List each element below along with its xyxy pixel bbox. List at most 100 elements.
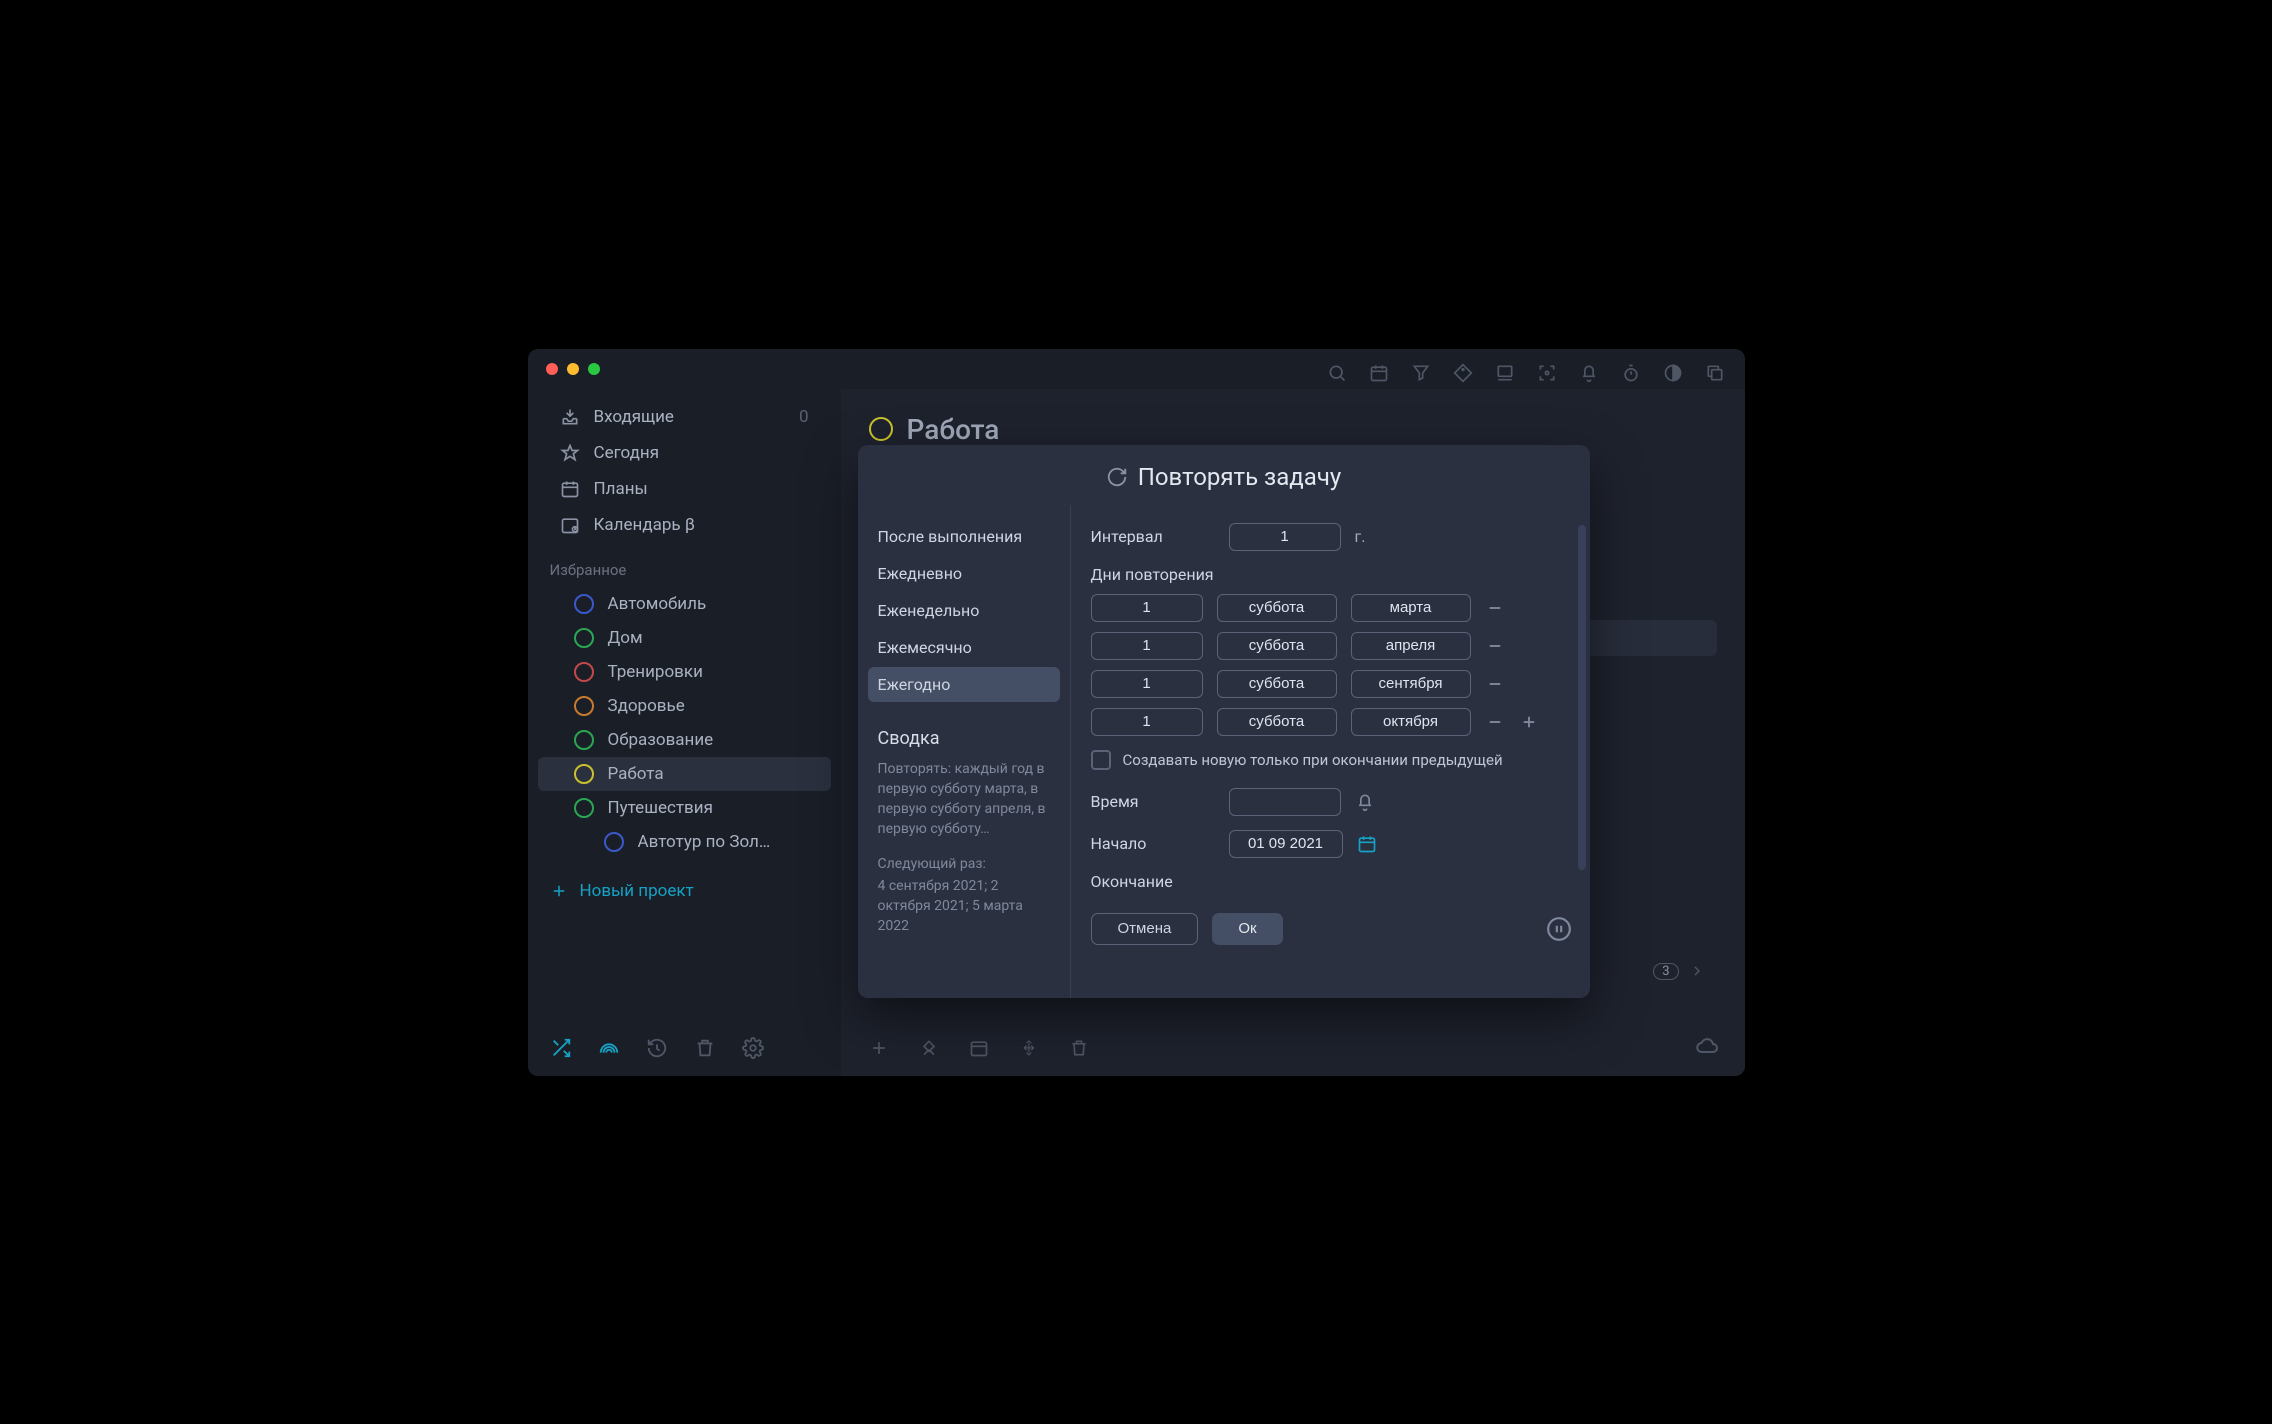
- sidebar-item-label: Сегодня: [594, 443, 660, 463]
- settings-icon[interactable]: [742, 1037, 764, 1059]
- calendar-picker-icon[interactable]: [1357, 834, 1377, 854]
- ok-button[interactable]: Ок: [1212, 913, 1282, 945]
- start-date-input[interactable]: [1229, 830, 1343, 858]
- minimize-window-button[interactable]: [567, 363, 579, 375]
- summary-next-label: Следующий раз:: [868, 844, 1060, 872]
- cloud-sync-icon[interactable]: [1695, 1034, 1719, 1058]
- tag-icon[interactable]: [1453, 363, 1473, 383]
- task-count-badge: 3: [1653, 963, 1678, 980]
- summary-repeat-text: Повторять: каждый год в первую субботу м…: [868, 755, 1060, 844]
- create-after-prev-label: Создавать новую только при окончании пре…: [1123, 751, 1503, 769]
- bottom-toolbar-center: [841, 1038, 1089, 1058]
- create-after-prev-checkbox[interactable]: [1091, 750, 1111, 770]
- ordinal-input[interactable]: [1091, 670, 1203, 698]
- project-item-health[interactable]: Здоровье: [538, 689, 831, 723]
- project-ring-icon: [574, 798, 594, 818]
- month-select[interactable]: [1351, 708, 1471, 736]
- project-label: Автотур по Зол…: [638, 832, 771, 852]
- inbox-icon: [560, 407, 580, 427]
- group-icon[interactable]: [1495, 363, 1515, 383]
- section-counter[interactable]: 3: [1653, 963, 1704, 980]
- project-item-travel[interactable]: Путешествия: [538, 791, 831, 825]
- add-row-button[interactable]: [1519, 712, 1539, 732]
- rainbow-icon[interactable]: [598, 1037, 620, 1059]
- month-select[interactable]: [1351, 594, 1471, 622]
- copy-icon[interactable]: [1705, 363, 1725, 383]
- sidebar-item-calendar[interactable]: Календарь β: [538, 507, 831, 543]
- remove-row-button[interactable]: [1485, 636, 1505, 656]
- project-label: Работа: [608, 764, 664, 784]
- scrollbar[interactable]: [1578, 525, 1586, 870]
- mode-after-completion[interactable]: После выполнения: [868, 519, 1060, 554]
- close-window-button[interactable]: [546, 363, 558, 375]
- project-ring-icon: [574, 764, 594, 784]
- priority-icon[interactable]: [919, 1038, 939, 1058]
- focus-icon[interactable]: [1537, 363, 1557, 383]
- mode-monthly[interactable]: Ежемесячно: [868, 630, 1060, 665]
- project-ring-icon: [574, 662, 594, 682]
- ordinal-input[interactable]: [1091, 708, 1203, 736]
- sidebar-item-label: Входящие: [594, 407, 674, 427]
- calendar-icon[interactable]: [1369, 363, 1389, 383]
- dialog-body: После выполнения Ежедневно Еженедельно Е…: [858, 505, 1590, 998]
- summary-title: Сводка: [868, 704, 1060, 755]
- time-input[interactable]: [1229, 788, 1341, 816]
- filter-icon[interactable]: [1411, 363, 1431, 383]
- project-label: Путешествия: [608, 798, 713, 818]
- sidebar-item-inbox[interactable]: Входящие 0: [538, 399, 831, 435]
- new-project-button[interactable]: Новый проект: [528, 867, 841, 915]
- project-subitem-autotour[interactable]: Автотур по Зол…: [538, 825, 831, 859]
- ordinal-input[interactable]: [1091, 632, 1203, 660]
- month-select[interactable]: [1351, 632, 1471, 660]
- repeat-icon: [1106, 466, 1128, 488]
- mode-daily[interactable]: Ежедневно: [868, 556, 1060, 591]
- sidebar-item-today[interactable]: Сегодня: [538, 435, 831, 471]
- remove-row-button[interactable]: [1485, 598, 1505, 618]
- sidebar-item-label: Календарь β: [594, 515, 695, 535]
- remove-row-button[interactable]: [1485, 674, 1505, 694]
- project-item-workouts[interactable]: Тренировки: [538, 655, 831, 689]
- ordinal-input[interactable]: [1091, 594, 1203, 622]
- project-ring-icon: [869, 417, 893, 441]
- mode-weekly[interactable]: Еженедельно: [868, 593, 1060, 628]
- dialog-button-row: Отмена Ок: [1091, 913, 1572, 945]
- bell-icon[interactable]: [1579, 363, 1599, 383]
- timer-icon[interactable]: [1621, 363, 1641, 383]
- create-after-prev-row: Создавать новую только при окончании пре…: [1091, 750, 1572, 770]
- theme-icon[interactable]: [1663, 363, 1683, 383]
- trash-icon[interactable]: [694, 1037, 716, 1059]
- project-item-auto[interactable]: Автомобиль: [538, 587, 831, 621]
- add-icon[interactable]: [869, 1038, 889, 1058]
- bottom-toolbar: [528, 1020, 1745, 1076]
- cancel-button[interactable]: Отмена: [1091, 913, 1199, 945]
- repeat-task-dialog: Повторять задачу После выполнения Ежедне…: [858, 445, 1590, 998]
- pause-icon[interactable]: [1546, 916, 1572, 942]
- end-label: Окончание: [1091, 872, 1215, 891]
- move-icon[interactable]: [1019, 1038, 1039, 1058]
- fullscreen-window-button[interactable]: [588, 363, 600, 375]
- mode-yearly[interactable]: Ежегодно: [868, 667, 1060, 702]
- history-icon[interactable]: [646, 1037, 668, 1059]
- weekday-select[interactable]: [1217, 670, 1337, 698]
- weekday-select[interactable]: [1217, 632, 1337, 660]
- repeat-mode-list: После выполнения Ежедневно Еженедельно Е…: [858, 505, 1071, 998]
- weekday-select[interactable]: [1217, 708, 1337, 736]
- remove-row-button[interactable]: [1485, 712, 1505, 732]
- project-item-work[interactable]: Работа: [538, 757, 831, 791]
- time-label: Время: [1091, 792, 1215, 811]
- month-select[interactable]: [1351, 670, 1471, 698]
- date-icon[interactable]: [969, 1038, 989, 1058]
- shuffle-icon[interactable]: [550, 1037, 572, 1059]
- sidebar-item-plans[interactable]: Планы: [538, 471, 831, 507]
- new-project-label: Новый проект: [580, 881, 694, 901]
- plus-icon: [550, 882, 568, 900]
- project-item-home[interactable]: Дом: [538, 621, 831, 655]
- weekday-select[interactable]: [1217, 594, 1337, 622]
- project-item-education[interactable]: Образование: [538, 723, 831, 757]
- search-icon[interactable]: [1327, 363, 1347, 383]
- reminder-bell-icon[interactable]: [1355, 792, 1375, 812]
- favorites-section-label: Избранное: [528, 543, 841, 587]
- interval-input[interactable]: [1229, 523, 1341, 551]
- delete-icon[interactable]: [1069, 1038, 1089, 1058]
- project-ring-icon: [604, 832, 624, 852]
